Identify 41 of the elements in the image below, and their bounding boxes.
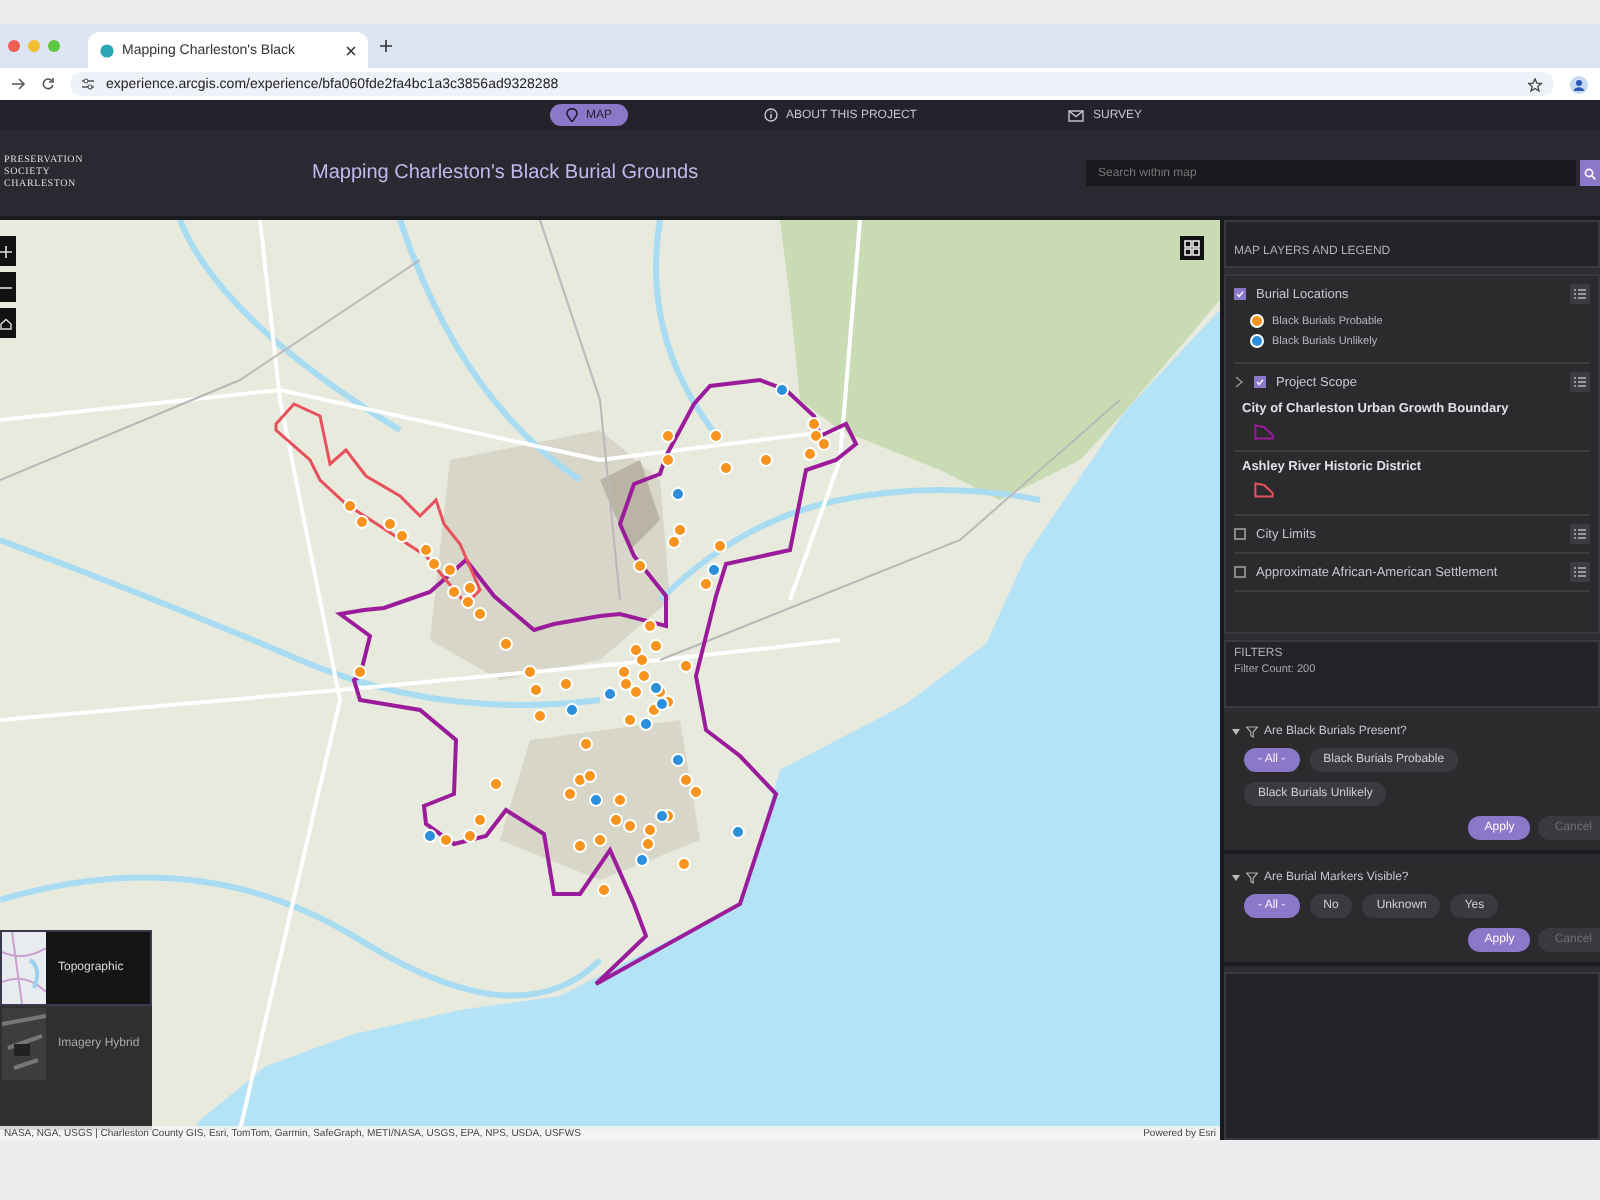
home-icon [0, 317, 11, 329]
close-window-icon[interactable] [8, 40, 20, 52]
map-thumbnail [2, 932, 46, 1004]
list-icon [1574, 288, 1586, 300]
close-icon[interactable] [346, 45, 356, 55]
zoom-out-button[interactable] [0, 272, 16, 302]
legend-toggle-button[interactable] [1570, 284, 1590, 304]
basemap-toggle-button[interactable] [1180, 236, 1204, 260]
site-settings-icon[interactable] [82, 78, 94, 90]
layer-checkbox[interactable] [1234, 528, 1246, 540]
layer-checkbox[interactable] [1234, 288, 1246, 300]
legend-toggle-button[interactable] [1570, 562, 1590, 582]
layer-checkbox[interactable] [1234, 566, 1246, 578]
collapse-triangle-icon[interactable] [1232, 874, 1240, 882]
pin-icon [566, 108, 578, 122]
layer-checkbox[interactable] [1254, 376, 1266, 388]
app-title: Mapping Charleston's Black Burial Grounds [312, 162, 701, 184]
list-icon [1574, 528, 1586, 540]
collapse-triangle-icon[interactable] [1232, 728, 1240, 736]
grid-icon [1184, 240, 1200, 256]
profile-icon[interactable] [1570, 75, 1588, 93]
list-icon [1574, 566, 1586, 578]
info-icon [764, 108, 779, 122]
chevron-icon[interactable] [1234, 376, 1244, 388]
search-button[interactable] [1580, 160, 1600, 186]
home-button[interactable] [0, 308, 16, 338]
zoom-in-button[interactable] [0, 236, 16, 266]
mail-icon [1068, 109, 1085, 121]
satellite-thumbnail [2, 1008, 46, 1080]
funnel-icon [1246, 872, 1258, 884]
star-icon[interactable] [1528, 77, 1542, 91]
search-icon [1584, 167, 1596, 179]
list-icon [1574, 376, 1586, 388]
funnel-icon [1246, 726, 1258, 738]
legend-toggle-button[interactable] [1570, 524, 1590, 544]
legend-toggle-button[interactable] [1570, 372, 1590, 392]
minus-icon [0, 281, 11, 293]
plus-icon [0, 245, 11, 257]
new-tab-icon[interactable] [380, 40, 392, 52]
forward-arrow-icon[interactable] [12, 78, 26, 90]
reload-icon[interactable] [42, 78, 54, 90]
